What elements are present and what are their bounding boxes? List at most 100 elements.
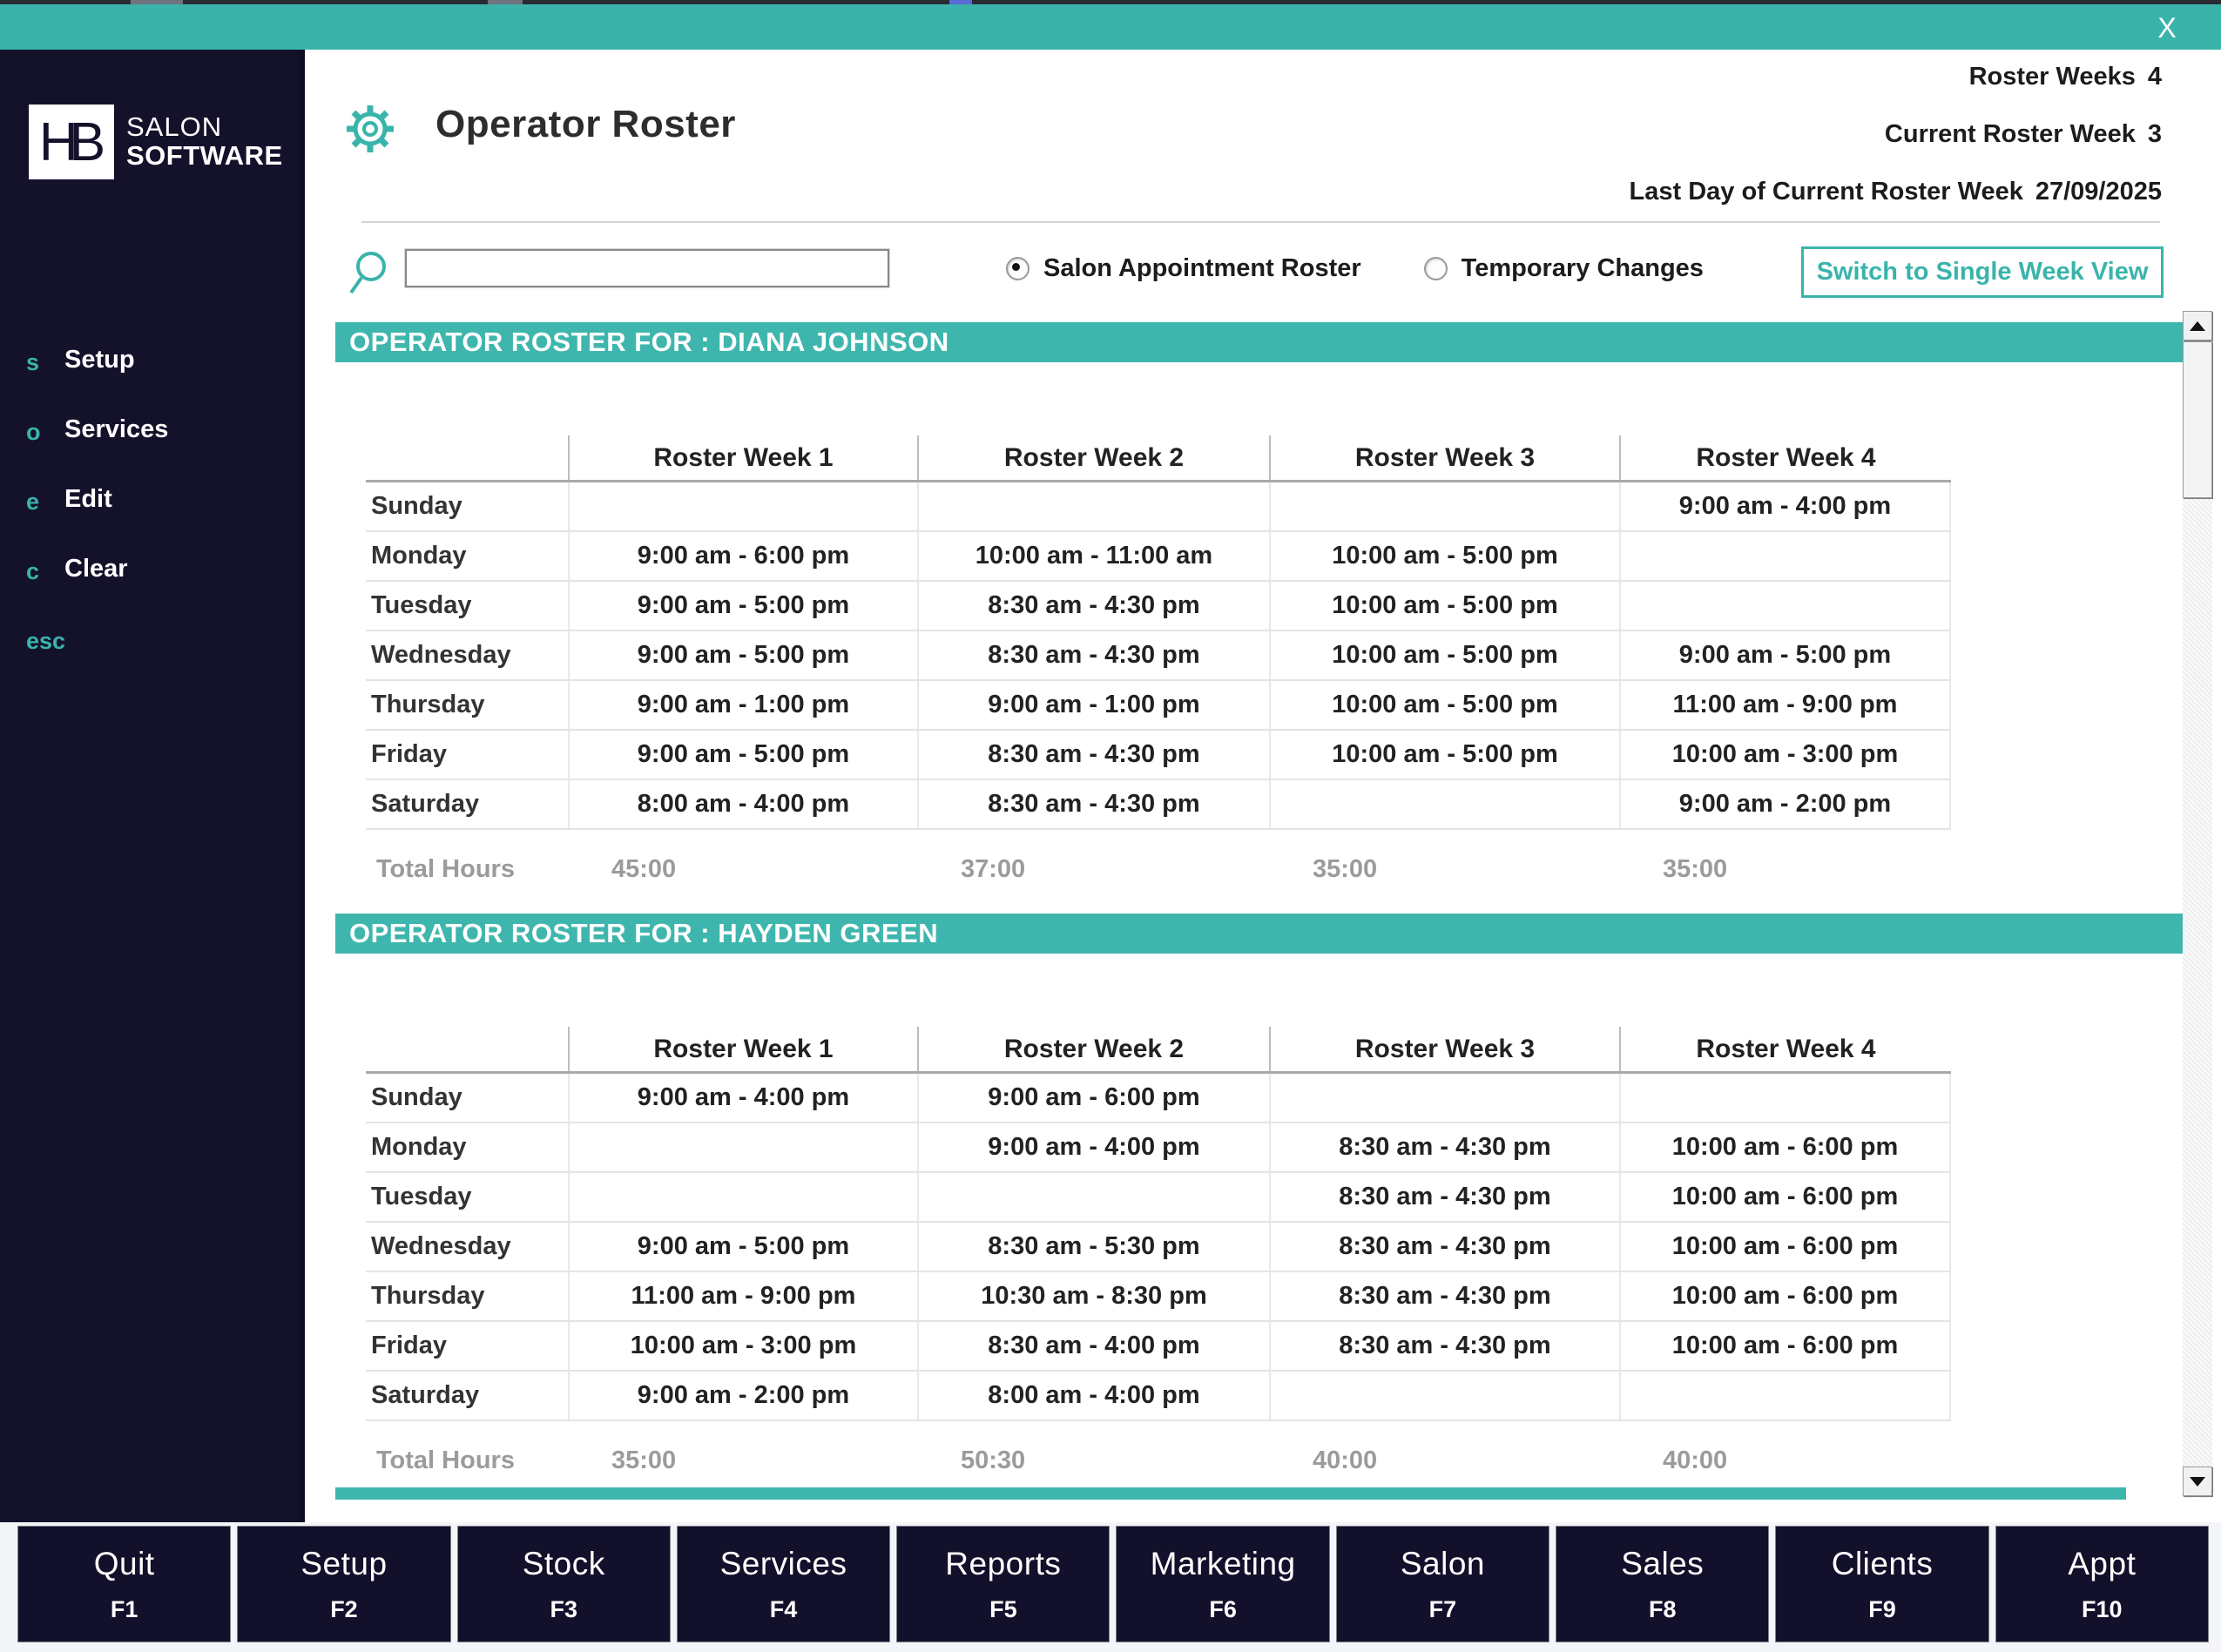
roster-time-cell: 10:00 am - 6:00 pm xyxy=(1619,1223,1951,1271)
info-value: 3 xyxy=(2147,120,2162,148)
roster-time-cell: 10:00 am - 6:00 pm xyxy=(1619,1173,1951,1221)
switch-single-week-button[interactable]: Switch to Single Week View xyxy=(1801,246,2164,298)
table-row: Thursday 9:00 am - 1:00 pm 9:00 am - 1:00 … xyxy=(366,681,1951,731)
radio-button[interactable] xyxy=(1423,257,1448,280)
fkey-button-setup[interactable]: Setup F2 xyxy=(237,1526,451,1642)
roster-time-cell: 9:00 am - 5:00 pm xyxy=(568,1223,917,1271)
fkey-label: Appt xyxy=(2068,1545,2137,1581)
day-label: Monday xyxy=(371,1133,467,1161)
app-window: X HB SALON SOFTWARE s Setup o Services e Edit… xyxy=(0,0,2221,1652)
roster-time-cell: 8:30 am - 4:30 pm xyxy=(917,780,1269,828)
table-row: Sunday 9:00 am - 4:00 pm xyxy=(366,482,1951,532)
roster-time-cell: 9:00 am - 4:00 pm xyxy=(1619,482,1951,530)
fkey-button-quit[interactable]: Quit F1 xyxy=(17,1526,232,1642)
table-row: Saturday 8:00 am - 4:00 pm 8:30 am - 4:30 … xyxy=(366,780,1951,830)
roster-time-cell xyxy=(568,1123,917,1171)
table-row: Wednesday 9:00 am - 5:00 pm 8:30 am - 5:30… xyxy=(366,1223,1951,1272)
total-hours-value: 45:00 xyxy=(611,854,677,883)
day-label: Monday xyxy=(371,542,467,570)
roster-week-info: Roster Weeks 4 Current Roster Week 3 Last Da… xyxy=(1630,63,2162,235)
fkey-label: Sales xyxy=(1621,1545,1705,1581)
fkey-button-services[interactable]: Services F4 xyxy=(676,1526,891,1642)
sidebar-item-setup[interactable]: s Setup xyxy=(0,337,300,407)
roster-time-cell: 8:30 am - 4:30 pm xyxy=(1269,1173,1619,1221)
sidebar-item-esc[interactable]: esc xyxy=(0,616,300,685)
roster-time-cell: 8:30 am - 5:30 pm xyxy=(917,1223,1269,1271)
fkey-number: F4 xyxy=(769,1595,798,1622)
table-row: Monday 9:00 am - 6:00 pm 10:00 am - 11:00 … xyxy=(366,532,1951,582)
roster-time-cell: 10:00 am - 5:00 pm xyxy=(1269,532,1619,580)
total-hours-value: 40:00 xyxy=(1663,1446,1728,1474)
table-row: Friday 9:00 am - 5:00 pm 8:30 am - 4:30 pm… xyxy=(366,731,1951,780)
radio-button[interactable] xyxy=(1006,257,1029,280)
roster-time-cell: 10:00 am - 6:00 pm xyxy=(1619,1272,1951,1320)
roster-time-cell: 9:00 am - 2:00 pm xyxy=(1619,780,1951,828)
section-title: OPERATOR ROSTER FOR : HAYDEN GREEN xyxy=(335,914,2184,954)
day-label: Wednesday xyxy=(371,1232,511,1260)
roster-view-radios: Salon Appointment Roster Temporary Change… xyxy=(1006,254,1704,283)
totals-row: Total Hours 45:00 37:00 35:00 35:00 xyxy=(366,849,1951,889)
operator-roster-section: OPERATOR ROSTER FOR : HAYDEN GREEN Roster… xyxy=(335,914,2184,1480)
scroll-up-button[interactable] xyxy=(2183,311,2212,341)
day-label: Tuesday xyxy=(371,591,472,619)
header-divider xyxy=(361,221,2160,223)
fkey-button-reports[interactable]: Reports F5 xyxy=(896,1526,1110,1642)
function-key-bar: Quit F1 Setup F2 Stock F3 Services F4 Reports F5 M… xyxy=(0,1522,2221,1652)
table-row: Wednesday 9:00 am - 5:00 pm 8:30 am - 4:30… xyxy=(366,631,1951,681)
radio-salon-appointment-roster[interactable]: Salon Appointment Roster xyxy=(1006,254,1361,283)
roster-time-cell xyxy=(568,1173,917,1221)
roster-time-cell: 10:00 am - 6:00 pm xyxy=(1619,1322,1951,1370)
roster-time-cell: 9:00 am - 4:00 pm xyxy=(568,1074,917,1122)
info-line: Roster Weeks 4 xyxy=(1630,63,2162,120)
column-header: Roster Week 3 xyxy=(1269,435,1619,480)
total-hours-value: 37:00 xyxy=(961,854,1026,883)
info-value: 27/09/2025 xyxy=(2035,178,2162,206)
day-header-cell xyxy=(366,1027,568,1071)
info-line: Last Day of Current Roster Week 27/09/202… xyxy=(1630,178,2162,235)
page-title: Operator Roster xyxy=(435,103,736,145)
roster-time-cell: 9:00 am - 5:00 pm xyxy=(568,582,917,630)
fkey-label: Services xyxy=(719,1545,847,1581)
column-header: Roster Week 4 xyxy=(1619,1027,1951,1071)
roster-time-cell: 8:30 am - 4:00 pm xyxy=(917,1322,1269,1370)
scrollbar-thumb[interactable] xyxy=(2183,341,2212,498)
sidebar-item-label: Edit xyxy=(64,485,112,513)
day-label: Saturday xyxy=(371,790,480,818)
roster-time-cell: 8:30 am - 4:30 pm xyxy=(917,582,1269,630)
search-icon xyxy=(349,252,386,294)
radio-label: Salon Appointment Roster xyxy=(1043,254,1361,282)
radio-temporary-changes[interactable]: Temporary Changes xyxy=(1423,254,1704,283)
shortcut-key: e xyxy=(26,489,40,515)
fkey-button-sales[interactable]: Sales F8 xyxy=(1556,1526,1770,1642)
fkey-button-appt[interactable]: Appt F10 xyxy=(1995,1526,2209,1642)
day-header-cell xyxy=(366,435,568,480)
column-header: Roster Week 1 xyxy=(568,435,917,480)
total-hours-value: 50:30 xyxy=(961,1446,1026,1474)
fkey-button-stock[interactable]: Stock F3 xyxy=(456,1526,671,1642)
down-arrow-icon xyxy=(2190,1476,2205,1487)
roster-time-cell xyxy=(1619,1372,1951,1419)
roster-time-cell: 10:00 am - 6:00 pm xyxy=(1619,1123,1951,1171)
sidebar-item-clear[interactable]: c Clear xyxy=(0,546,300,616)
scroll-down-button[interactable] xyxy=(2183,1467,2212,1496)
roster-time-cell: 9:00 am - 1:00 pm xyxy=(568,681,917,729)
fkey-button-clients[interactable]: Clients F9 xyxy=(1775,1526,1989,1642)
table-row: Monday 9:00 am - 4:00 pm 8:30 am - 4:30 pm… xyxy=(366,1123,1951,1173)
total-hours-value: 35:00 xyxy=(1313,854,1378,883)
roster-time-cell: 8:30 am - 4:30 pm xyxy=(1269,1123,1619,1171)
fkey-button-salon[interactable]: Salon F7 xyxy=(1335,1526,1550,1642)
search-input[interactable] xyxy=(404,248,890,288)
close-icon[interactable]: X xyxy=(2150,11,2184,44)
fkey-label: Quit xyxy=(93,1545,155,1581)
fkey-label: Reports xyxy=(945,1545,1062,1581)
roster-time-cell: 8:00 am - 4:00 pm xyxy=(568,780,917,828)
sidebar-item-services[interactable]: o Services xyxy=(0,407,300,476)
fkey-button-marketing[interactable]: Marketing F6 xyxy=(1116,1526,1330,1642)
roster-time-cell: 11:00 am - 9:00 pm xyxy=(1619,681,1951,729)
table-row: Tuesday 8:30 am - 4:30 pm 10:00 am - 6:00 … xyxy=(366,1173,1951,1223)
shortcut-key: esc xyxy=(26,628,66,654)
fkey-number: F8 xyxy=(1648,1595,1677,1622)
fkey-number: F6 xyxy=(1209,1595,1237,1622)
roster-time-cell: 9:00 am - 2:00 pm xyxy=(568,1372,917,1419)
sidebar-item-edit[interactable]: e Edit xyxy=(0,476,300,546)
